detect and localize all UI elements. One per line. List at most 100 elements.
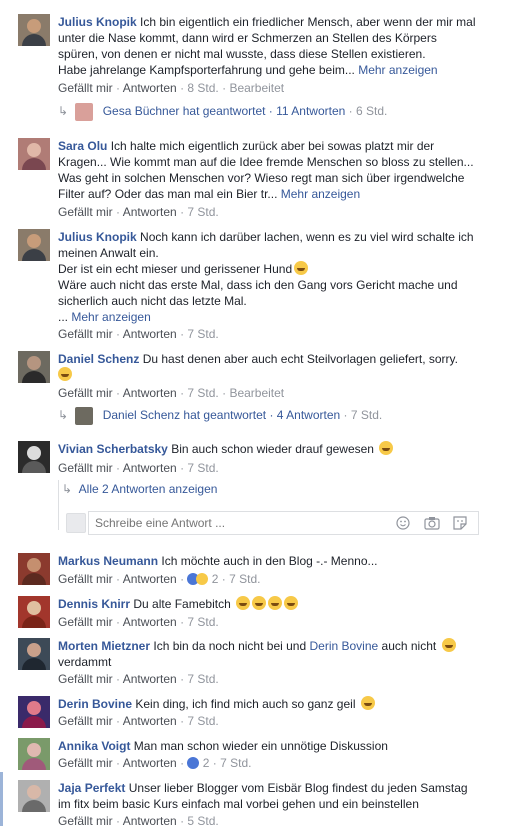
like-link[interactable]: Gefällt mir [58,327,113,341]
laughing-emoji-icon [294,261,309,275]
avatar[interactable] [18,553,50,585]
timestamp: 6 Std. [356,104,388,119]
sticker-icon[interactable] [453,516,467,530]
show-replies-link[interactable]: ↳ Alle 2 Antworten anzeigen [62,482,217,496]
reply-summary[interactable]: ↳ Daniel Schenz hat geantwortet · 4 Antw… [58,407,382,425]
avatar[interactable] [18,351,50,383]
author-name[interactable]: Julius Knopik [58,230,137,244]
avatar[interactable] [18,780,50,812]
like-link[interactable]: Gefällt mir [58,572,113,586]
reply-link[interactable]: Antworten [123,672,177,686]
more-link[interactable]: Mehr anzeigen [71,310,150,324]
edited-label: Bearbeitet [229,81,285,95]
author-name[interactable]: Morten Mietzner [58,639,150,653]
camera-icon[interactable] [424,516,440,530]
avatar[interactable] [18,229,50,261]
author-name[interactable]: Julius Knopik [58,15,137,29]
author-name[interactable]: Markus Neumann [58,554,158,568]
reply-summary-text: Daniel Schenz hat geantwortet [102,408,267,423]
laughing-emoji-icon [236,596,251,610]
author-name[interactable]: Annika Voigt [58,739,130,753]
haha-reaction-icon[interactable] [196,573,209,585]
comment-text: im fitx beim basic Kurs einfach mal vorb… [58,797,419,811]
avatar[interactable] [18,696,50,728]
comment-actions: Gefällt mir · Antworten · 7 Std. [58,461,219,475]
reply-link[interactable]: Antworten [123,205,177,219]
author-name[interactable]: Sara Olu [58,139,107,153]
laughing-emoji-icon [284,596,299,610]
like-link[interactable]: Gefällt mir [58,615,113,629]
like-link[interactable]: Gefällt mir [58,461,113,475]
author-name[interactable]: Dennis Knirr [58,597,130,611]
avatar[interactable] [18,596,50,628]
timestamp: 7 Std. [220,756,252,770]
avatar[interactable] [18,138,50,170]
author-name[interactable]: Daniel Schenz [58,352,139,366]
like-link[interactable]: Gefällt mir [58,814,113,828]
reply-link[interactable]: Antworten [123,572,177,586]
avatar[interactable] [18,638,50,670]
more-link[interactable]: Mehr anzeigen [281,187,360,201]
like-link[interactable]: Gefällt mir [58,672,113,686]
like-reaction-icon[interactable] [187,757,200,769]
comment-text: Was geht in solchen Menschen vor? Wieso … [58,171,465,185]
timestamp: 7 Std. [187,461,219,475]
comment-actions: Gefällt mir · Antworten · 7 Std. [58,327,219,341]
reply-link[interactable]: Antworten [123,615,177,629]
mention-link[interactable]: Derin Bovine [309,639,378,653]
reply-link[interactable]: Antworten [123,386,177,400]
avatar [66,513,86,533]
reply-link[interactable]: Antworten [123,81,177,95]
comment-text: ... [58,310,69,324]
comment-actions: Gefällt mir · Antworten · 7 Std. [58,672,219,686]
thinking-emoji-icon [441,638,456,652]
like-link[interactable]: Gefällt mir [58,756,113,770]
reply-field[interactable] [88,511,479,535]
author-name[interactable]: Derin Bovine [58,697,132,711]
reply-summary[interactable]: ↳ Gesa Büchner hat geantwortet · 11 Antw… [58,103,387,121]
reply-link[interactable]: Antworten [123,461,177,475]
avatar[interactable] [18,14,50,46]
thread-line [58,480,59,530]
reply-arrow-icon: ↳ [58,408,69,423]
comment-text: Du alte Famebitch [133,597,231,611]
laughing-emoji-icon [379,441,394,455]
avatar[interactable] [18,738,50,770]
reply-link[interactable]: Antworten [123,714,177,728]
more-link[interactable]: Mehr anzeigen [358,63,437,77]
author-name[interactable]: Jaja Perfekt [58,781,125,795]
reply-link[interactable]: Antworten [123,756,177,770]
reply-arrow-icon: ↳ [62,482,73,496]
wink-emoji-icon [360,696,375,710]
like-link[interactable]: Gefällt mir [58,386,113,400]
comment-text: Man man schon wieder ein unnötige Diskus… [133,739,388,753]
comment-text: Ich bin eigentlich ein friedlicher Mensc… [140,15,476,29]
comment-text: Du hast denen aber auch echt Steilvorlag… [142,352,458,366]
like-link[interactable]: Gefällt mir [58,205,113,219]
timestamp: 7 Std. [229,572,261,586]
comment-text: Ich bin da noch nicht bei und [153,639,307,653]
comment-text: Ich möchte auch in den Blog -.- Menno... [161,554,378,568]
author-name[interactable]: Vivian Scherbatsky [58,442,168,456]
comment-text: auch nicht [381,639,437,653]
reaction-count[interactable]: 2 [212,572,219,586]
like-link[interactable]: Gefällt mir [58,714,113,728]
avatar[interactable] [18,441,50,473]
comment-text: meinen Anwalt ein. [58,246,159,260]
emoji-icon[interactable] [396,516,410,530]
reply-link[interactable]: Antworten [123,327,177,341]
comment-text: Unser lieber Blogger vom Eisbär Blog fin… [128,781,468,795]
reply-count: 4 Antworten [276,408,341,423]
reaction-count[interactable]: 2 [203,756,210,770]
comment-actions: Gefällt mir · Antworten · 7 Std. [58,205,219,219]
reply-link[interactable]: Antworten [123,814,177,828]
comment-text: Kragen... Wie kommt man auf die Idee fre… [58,155,474,169]
comment-text: Der ist ein echt mieser und gerissener H… [58,262,293,276]
laughing-emoji-icon [58,367,72,381]
comment-actions: Gefällt mir · Antworten · 7 Std. [58,615,219,629]
reply-input[interactable] [93,515,387,531]
like-link[interactable]: Gefällt mir [58,81,113,95]
comment-text: Bin auch schon wieder drauf gewesen [171,442,374,456]
comment-text: Habe jahrelange Kampfsporterfahrung und … [58,63,355,77]
comment-actions: Gefällt mir · Antworten · 7 Std. [58,714,219,728]
